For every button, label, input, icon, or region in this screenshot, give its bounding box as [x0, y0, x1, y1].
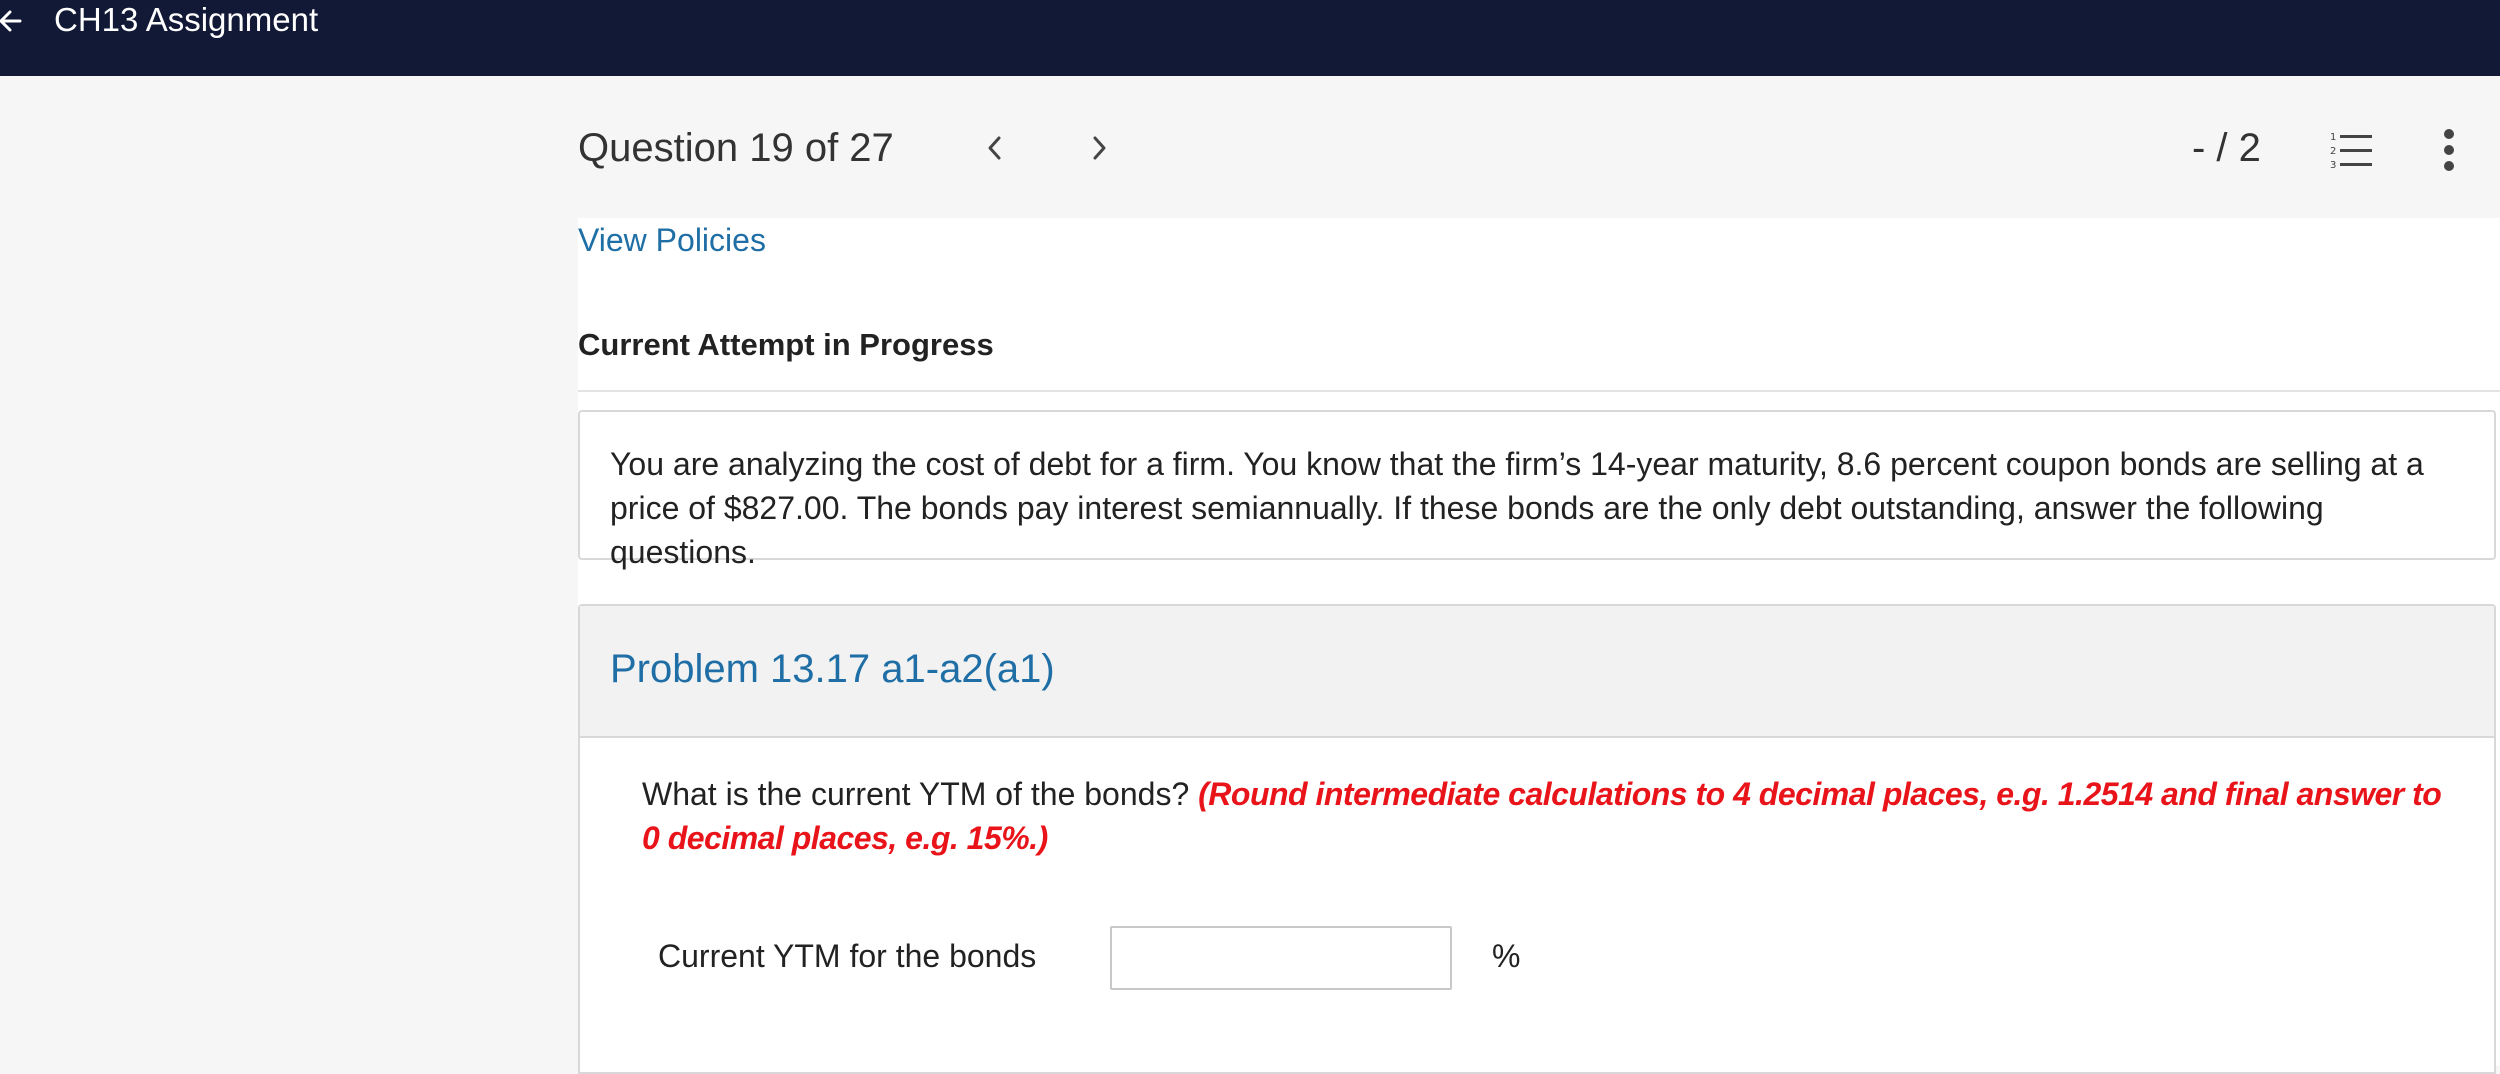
question-nav-bar: Question 19 of 27 - / 2 1 2 3 — [0, 76, 2500, 218]
arrow-left-icon[interactable] — [0, 6, 30, 36]
attempt-status: Current Attempt in Progress — [578, 327, 994, 362]
assignment-title: CH13 Assignment — [54, 1, 319, 38]
previous-question-button[interactable] — [970, 120, 1020, 176]
chevron-left-icon — [988, 136, 1001, 160]
problem-card: Problem 13.17 a1-a2(a1) What is the curr… — [578, 604, 2496, 1074]
next-question-button[interactable] — [1074, 120, 1124, 176]
chevron-right-icon — [1093, 136, 1106, 160]
ytm-answer-input[interactable] — [1110, 926, 1452, 990]
question-counter: Question 19 of 27 — [578, 126, 894, 170]
view-policies-link[interactable]: View Policies — [578, 218, 766, 262]
svg-text:1: 1 — [2330, 132, 2336, 143]
question-text: What is the current YTM of the bonds? — [642, 776, 1190, 812]
score-display: - / 2 — [2192, 126, 2261, 170]
main-content: View Policies Current Attempt in Progres… — [578, 218, 2500, 1074]
svg-text:3: 3 — [2330, 160, 2336, 170]
problem-title: Problem 13.17 a1-a2(a1) — [610, 647, 1055, 691]
problem-header: Problem 13.17 a1-a2(a1) — [580, 606, 2494, 738]
question-stem-box: You are analyzing the cost of debt for a… — [578, 410, 2496, 570]
question-stem-text: You are analyzing the cost of debt for a… — [610, 446, 2424, 570]
answer-label: Current YTM for the bonds — [658, 938, 1037, 974]
divider — [578, 390, 2500, 392]
svg-text:2: 2 — [2330, 146, 2336, 157]
answer-unit: % — [1492, 938, 1521, 974]
top-bar: CH13 Assignment — [0, 0, 2500, 76]
numbered-list-icon[interactable]: 1 2 3 — [2328, 130, 2374, 170]
problem-question: What is the current YTM of the bonds? (R… — [642, 772, 2462, 860]
more-vertical-icon[interactable] — [2436, 126, 2462, 174]
